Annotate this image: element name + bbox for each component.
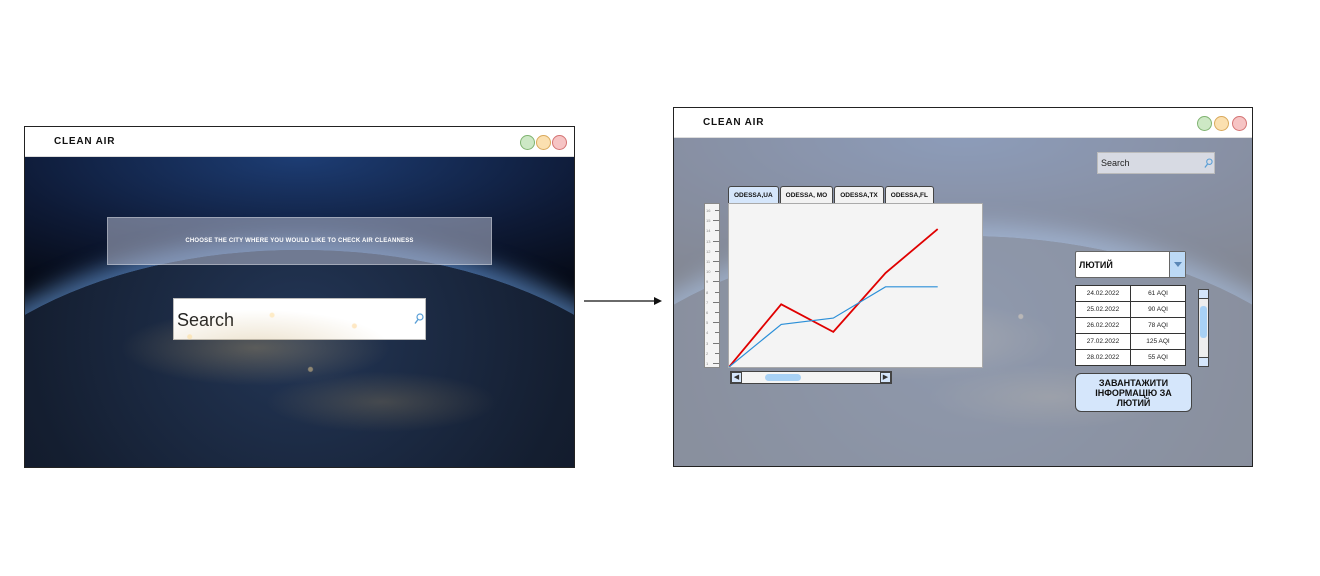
vertical-ruler: 1 2 3 4 5 6 7 8 9 10 11 12 13 14 15 16 bbox=[704, 203, 720, 368]
ruler-tick bbox=[715, 271, 719, 273]
ruler-tick bbox=[715, 210, 719, 211]
ruler-tick bbox=[715, 332, 719, 334]
close-button[interactable] bbox=[1232, 116, 1247, 131]
ruler-tick bbox=[713, 281, 719, 283]
ruler-label: 14 bbox=[706, 228, 711, 234]
load-month-button[interactable]: ЗАВАНТАЖИТИ ІНФОРМАЦІЮ ЗА ЛЮТИЙ bbox=[1075, 373, 1192, 412]
earth-background-image: CHOOSE THE CITY WHERE YOU WOULD LIKE TO … bbox=[25, 157, 574, 467]
ruler-label: 15 bbox=[706, 218, 711, 224]
city-prompt-banner: CHOOSE THE CITY WHERE YOU WOULD LIKE TO … bbox=[107, 217, 492, 265]
tab-city[interactable]: ODESSA,UA bbox=[728, 186, 779, 203]
ruler-label: 11 bbox=[706, 259, 711, 264]
ruler-tick bbox=[713, 342, 719, 344]
city-prompt-text: CHOOSE THE CITY WHERE YOU WOULD LIKE TO … bbox=[185, 238, 414, 244]
chevron-down-icon[interactable] bbox=[1169, 252, 1185, 277]
aqi-cell: 78 AQI bbox=[1130, 317, 1186, 334]
ruler-label: 5 bbox=[706, 320, 709, 326]
scroll-up-button[interactable] bbox=[1199, 290, 1208, 299]
ruler-tick bbox=[715, 250, 719, 252]
ruler-label: 3 bbox=[706, 340, 709, 346]
app-title: CLEAN AIR bbox=[703, 117, 765, 128]
city-search-input[interactable]: Search bbox=[1097, 152, 1215, 174]
tab-city[interactable]: ODESSA, MO bbox=[779, 186, 834, 203]
ruler-label: 4 bbox=[706, 330, 709, 336]
title-bar: CLEAN AIR bbox=[25, 127, 574, 157]
ruler-tick bbox=[713, 363, 719, 364]
aqi-cell: 55 AQI bbox=[1130, 349, 1186, 366]
ruler-tick bbox=[715, 291, 719, 293]
ruler-label: 2 bbox=[706, 350, 709, 356]
ruler-label: 16 bbox=[706, 208, 711, 213]
maximize-button[interactable] bbox=[520, 135, 535, 150]
ruler-label: 7 bbox=[706, 299, 709, 305]
ruler-tick bbox=[713, 220, 719, 222]
app-title: CLEAN AIR bbox=[54, 136, 116, 147]
date-cell: 27.02.2022 bbox=[1075, 333, 1131, 350]
title-bar: CLEAN AIR bbox=[674, 108, 1252, 138]
city-search-input[interactable]: Search bbox=[173, 298, 426, 340]
scroll-left-button[interactable]: ◀ bbox=[731, 372, 742, 383]
ruler-tick bbox=[713, 322, 719, 324]
load-month-label: ЗАВАНТАЖИТИ ІНФОРМАЦІЮ ЗА ЛЮТИЙ bbox=[1095, 377, 1172, 408]
ruler-label: 13 bbox=[706, 238, 711, 244]
series-line-2 bbox=[729, 286, 938, 367]
aqi-cell: 90 AQI bbox=[1130, 301, 1186, 318]
ruler-tick bbox=[713, 261, 719, 262]
search-icon[interactable] bbox=[1204, 158, 1213, 169]
aqi-cell: 61 AQI bbox=[1130, 285, 1186, 302]
ruler-label: 8 bbox=[706, 289, 709, 295]
search-placeholder: Search bbox=[1101, 158, 1130, 168]
table-row[interactable]: 27.02.2022 125 AQI bbox=[1075, 333, 1186, 350]
air-quality-window: CLEAN AIR Search ODESSA,UA ODESSA, MO ODES… bbox=[673, 107, 1253, 467]
city-select-window: CLEAN AIR CHOOSE THE CITY WHERE YOU WOUL… bbox=[24, 126, 575, 468]
scroll-down-button[interactable] bbox=[1199, 357, 1208, 366]
ruler-tick bbox=[715, 312, 719, 313]
month-value: ЛЮТИЙ bbox=[1079, 260, 1113, 270]
date-cell: 25.02.2022 bbox=[1075, 301, 1131, 318]
minimize-button[interactable] bbox=[1214, 116, 1229, 131]
table-row[interactable]: 24.02.2022 61 AQI bbox=[1075, 285, 1186, 302]
date-cell: 26.02.2022 bbox=[1075, 317, 1131, 334]
scroll-thumb[interactable] bbox=[1200, 306, 1207, 338]
ruler-label: 1 bbox=[706, 361, 709, 366]
ruler-label: 12 bbox=[706, 248, 711, 254]
series-line-1 bbox=[729, 228, 939, 367]
table-vertical-scrollbar[interactable] bbox=[1198, 289, 1209, 367]
tab-city[interactable]: ODESSA,FL bbox=[884, 186, 934, 203]
date-cell: 28.02.2022 bbox=[1075, 349, 1131, 366]
search-icon[interactable] bbox=[414, 313, 424, 325]
chart-horizontal-scrollbar[interactable]: ◀ ▶ bbox=[730, 371, 892, 384]
ruler-label: 10 bbox=[706, 269, 711, 275]
aqi-table: 24.02.2022 61 AQI 25.02.2022 90 AQI 26.02.20… bbox=[1075, 285, 1186, 366]
table-row[interactable]: 25.02.2022 90 AQI bbox=[1075, 301, 1186, 318]
table-row[interactable]: 28.02.2022 55 AQI bbox=[1075, 349, 1186, 366]
aqi-line-chart bbox=[728, 203, 983, 368]
scroll-thumb[interactable] bbox=[765, 374, 801, 381]
maximize-button[interactable] bbox=[1197, 116, 1212, 131]
date-cell: 24.02.2022 bbox=[1075, 285, 1131, 302]
ruler-tick bbox=[715, 230, 719, 232]
city-tabs: ODESSA,UA ODESSA, MO ODESSA,TX ODESSA,FL bbox=[728, 186, 935, 203]
aqi-cell: 125 AQI bbox=[1130, 333, 1186, 350]
ruler-label: 6 bbox=[706, 310, 709, 315]
ruler-label: 9 bbox=[706, 279, 709, 285]
close-button[interactable] bbox=[552, 135, 567, 150]
scroll-right-button[interactable]: ▶ bbox=[880, 372, 891, 383]
table-row[interactable]: 26.02.2022 78 AQI bbox=[1075, 317, 1186, 334]
minimize-button[interactable] bbox=[536, 135, 551, 150]
ruler-tick bbox=[713, 240, 719, 242]
month-dropdown[interactable]: ЛЮТИЙ bbox=[1075, 251, 1186, 278]
ruler-tick bbox=[713, 301, 719, 303]
ruler-tick bbox=[715, 352, 719, 354]
tab-city[interactable]: ODESSA,TX bbox=[834, 186, 884, 203]
search-placeholder: Search bbox=[177, 310, 235, 330]
flow-arrow bbox=[584, 297, 662, 305]
diagram-canvas: CLEAN AIR CHOOSE THE CITY WHERE YOU WOUL… bbox=[0, 0, 1320, 576]
